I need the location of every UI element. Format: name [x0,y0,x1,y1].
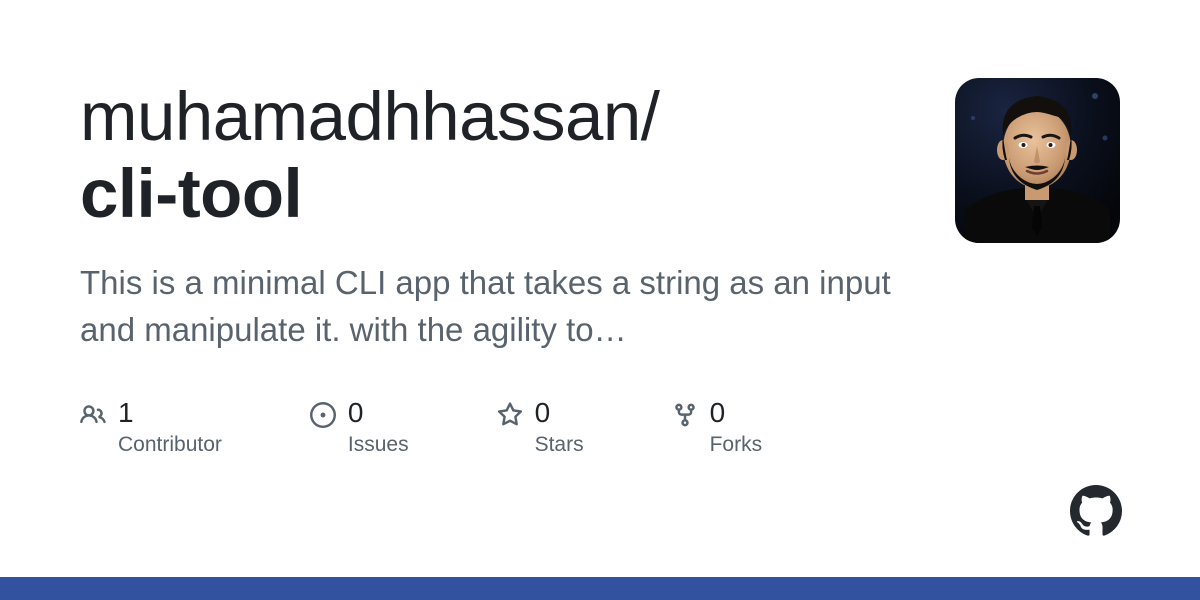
stat-forks-count: 0 [710,398,763,429]
stat-forks-label: Forks [710,433,763,457]
repo-description: This is a minimal CLI app that takes a s… [80,259,920,355]
repo-owner[interactable]: muhamadhhassan [80,78,641,155]
stat-forks[interactable]: 0 Forks [672,398,763,457]
stat-contributors[interactable]: 1 Contributor [80,398,222,457]
fork-icon [672,398,698,433]
issue-icon [310,398,336,433]
stat-contributors-label: Contributor [118,433,222,457]
github-logo-icon[interactable] [1070,485,1122,542]
repo-stats: 1 Contributor 0 Issues 0 S [80,398,930,457]
avatar[interactable] [955,78,1120,243]
repo-title: muhamadhhassan/ cli-tool [80,78,930,233]
stat-issues-count: 0 [348,398,409,429]
stat-issues-label: Issues [348,433,409,457]
stat-stars-label: Stars [535,433,584,457]
star-icon [497,398,523,433]
stat-issues[interactable]: 0 Issues [310,398,409,457]
repo-name[interactable]: cli-tool [80,155,302,232]
stat-stars[interactable]: 0 Stars [497,398,584,457]
accent-bar [0,577,1200,600]
repo-separator: / [641,78,660,155]
people-icon [80,398,106,433]
stat-contributors-count: 1 [118,398,222,429]
stat-stars-count: 0 [535,398,584,429]
